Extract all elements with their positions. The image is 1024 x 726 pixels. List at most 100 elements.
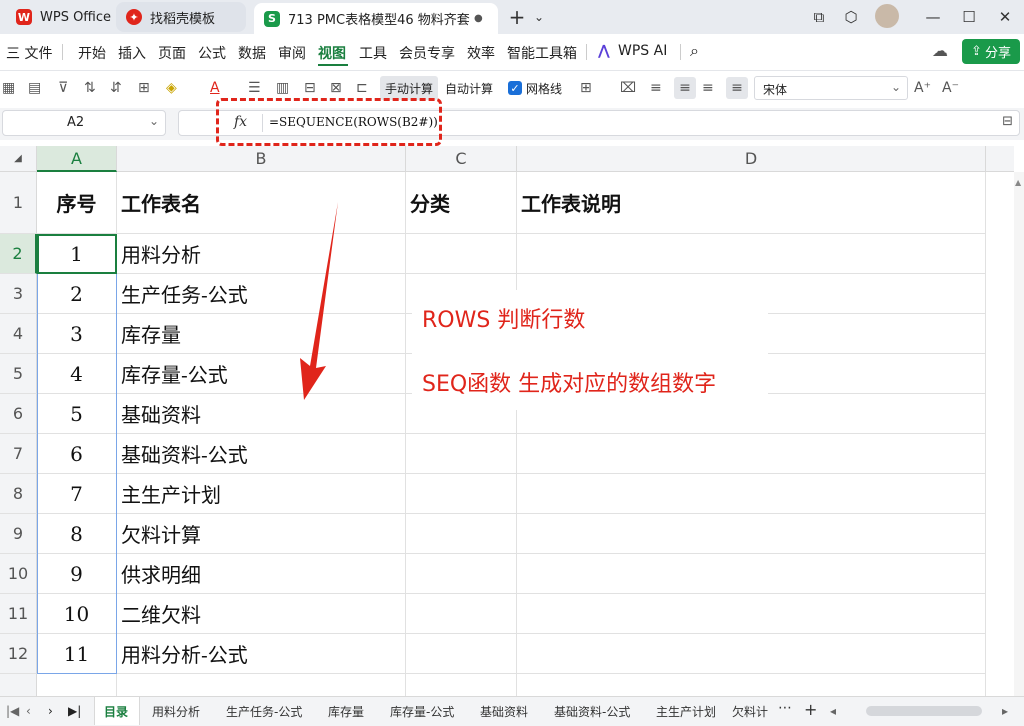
menu-efficiency[interactable]: 效率 xyxy=(467,43,495,63)
maximize-icon[interactable]: ☐ xyxy=(958,6,980,28)
cloud-upload-icon[interactable]: ☁ xyxy=(932,41,948,60)
sheet-tab[interactable]: 基础资料 xyxy=(480,703,528,720)
menu-review[interactable]: 审阅 xyxy=(278,43,306,63)
sheet-tab[interactable]: 主生产计划 xyxy=(656,703,716,720)
cell-description[interactable] xyxy=(517,234,986,274)
cell-seq-number[interactable]: 10 xyxy=(37,594,117,634)
cell-sheet-name[interactable]: 库存量-公式 xyxy=(117,354,406,394)
row-header[interactable] xyxy=(0,674,37,696)
cell-sheet-name[interactable]: 库存量 xyxy=(117,314,406,354)
freeze-pane-icon[interactable]: ▦ xyxy=(2,77,15,99)
cell-sheet-name[interactable]: 二维欠料 xyxy=(117,594,406,634)
fill-color-icon[interactable]: ◈ xyxy=(166,77,177,99)
search-icon[interactable]: ⌕ xyxy=(690,41,699,61)
menu-home[interactable]: 开始 xyxy=(78,43,106,63)
cell-category[interactable] xyxy=(406,514,517,554)
increase-font-icon[interactable]: A⁺ xyxy=(914,77,931,99)
cell-seq-number[interactable]: 2 xyxy=(37,274,117,314)
column-header-a[interactable]: A xyxy=(37,146,117,172)
cell-description[interactable] xyxy=(517,594,986,634)
column-header-d[interactable]: D xyxy=(517,146,986,172)
font-color-icon[interactable]: A xyxy=(210,77,220,99)
hscroll-right-icon[interactable]: ▸ xyxy=(1002,704,1008,718)
column-header-c[interactable]: C xyxy=(406,146,517,172)
row-header[interactable]: 5 xyxy=(0,354,37,394)
cell-empty[interactable] xyxy=(406,674,517,696)
spreadsheet-grid[interactable]: ◢ A B C D 1 2 3 4 5 6 7 8 9 10 11 12 序号 … xyxy=(0,146,1014,696)
last-sheet-icon[interactable]: ▶| xyxy=(68,704,81,718)
row-header[interactable]: 3 xyxy=(0,274,37,314)
recalc-icon[interactable]: ⊏ xyxy=(356,77,368,99)
align-center-icon[interactable]: ≡ xyxy=(674,77,696,99)
menu-data[interactable]: 数据 xyxy=(238,43,266,63)
cell-seq-number[interactable]: 8 xyxy=(37,514,117,554)
scroll-up-icon[interactable]: ▲ xyxy=(1015,178,1021,187)
row-header[interactable]: 4 xyxy=(0,314,37,354)
sheet-tab[interactable]: 库存量 xyxy=(328,703,364,720)
restore-window-icon[interactable]: ⧉ xyxy=(808,6,830,28)
wrap-icon[interactable]: ☰ xyxy=(248,77,261,99)
select-all-corner[interactable]: ◢ xyxy=(0,146,37,172)
cell-category[interactable] xyxy=(406,434,517,474)
cell-category[interactable] xyxy=(406,554,517,594)
cell-sheet-name[interactable]: 用料分析-公式 xyxy=(117,634,406,674)
sheet-tab[interactable]: 库存量-公式 xyxy=(390,703,454,720)
first-sheet-icon[interactable]: |◀ xyxy=(6,704,19,718)
cell-sheet-name[interactable]: 生产任务-公式 xyxy=(117,274,406,314)
cell-sheet-name[interactable]: 主生产计划 xyxy=(117,474,406,514)
sheet-tab[interactable]: 生产任务-公式 xyxy=(226,703,302,720)
font-family-select[interactable]: 宋体 ⌄ xyxy=(754,76,908,100)
menu-member[interactable]: 会员专享 xyxy=(399,43,455,63)
row-header[interactable]: 8 xyxy=(0,474,37,514)
cube-icon[interactable]: ⬡ xyxy=(840,6,862,28)
cell-seq-number[interactable]: 4 xyxy=(37,354,117,394)
row-header[interactable]: 6 xyxy=(0,394,37,434)
cell-c1[interactable]: 分类 xyxy=(406,172,517,234)
cell-empty[interactable] xyxy=(37,674,117,696)
more-sheets-icon[interactable]: ⋯ xyxy=(778,700,792,716)
sheet-tab[interactable]: 基础资料-公式 xyxy=(554,703,630,720)
cell-sheet-name[interactable]: 用料分析 xyxy=(117,234,406,274)
border-icon[interactable]: ⊞ xyxy=(580,77,592,99)
clear-format-icon[interactable]: ⌧ xyxy=(620,77,636,99)
cell-sheet-name[interactable]: 欠料计算 xyxy=(117,514,406,554)
cell-b1[interactable]: 工作表名 xyxy=(117,172,406,234)
tab-list-chevron-icon[interactable]: ⌄ xyxy=(528,6,550,28)
row-header[interactable]: 7 xyxy=(0,434,37,474)
row-header[interactable]: 10 xyxy=(0,554,37,594)
cell-seq-number[interactable]: 5 xyxy=(37,394,117,434)
insert-icon[interactable]: ⊟ xyxy=(304,77,316,99)
cell-description[interactable] xyxy=(517,634,986,674)
menu-insert[interactable]: 插入 xyxy=(118,43,146,63)
decrease-font-icon[interactable]: A⁻ xyxy=(942,77,959,99)
cell-category[interactable] xyxy=(406,594,517,634)
unsaved-dot-icon[interactable]: ● xyxy=(474,13,483,24)
menu-page[interactable]: 页面 xyxy=(158,43,186,63)
cell-category[interactable] xyxy=(406,634,517,674)
tab-active-document[interactable]: S 713 PMC表格模型46 物料齐套欠 ● xyxy=(254,3,498,34)
cell-description[interactable] xyxy=(517,514,986,554)
cell-sheet-name[interactable]: 基础资料 xyxy=(117,394,406,434)
new-tab-button[interactable]: + xyxy=(506,5,528,29)
expand-formula-icon[interactable]: ⊟ xyxy=(1002,114,1013,129)
cell-seq-number[interactable]: 11 xyxy=(37,634,117,674)
cell-empty[interactable] xyxy=(117,674,406,696)
cell-description[interactable] xyxy=(517,434,986,474)
row-header[interactable]: 9 xyxy=(0,514,37,554)
file-menu[interactable]: 三 文件 xyxy=(6,43,52,63)
align-justify-icon[interactable]: ≡ xyxy=(726,77,748,99)
tab-wps-office[interactable]: W WPS Office xyxy=(6,2,121,32)
filter-icon[interactable]: ⊽ xyxy=(58,77,68,99)
sheet-tab[interactable]: 欠料计 xyxy=(732,703,768,720)
cell-seq-number[interactable]: 6 xyxy=(37,434,117,474)
align-left-icon[interactable]: ≡ xyxy=(650,77,662,99)
manual-calc-button[interactable]: 手动计算 xyxy=(380,76,438,100)
cell-seq-number[interactable]: 7 xyxy=(37,474,117,514)
cell-sheet-name[interactable]: 基础资料-公式 xyxy=(117,434,406,474)
share-button[interactable]: ⇪ 分享 xyxy=(962,39,1020,64)
name-box[interactable]: A2 ⌄ xyxy=(2,110,166,136)
split-pane-icon[interactable]: ▤ xyxy=(28,77,41,99)
sheet-tab[interactable]: 用料分析 xyxy=(152,703,200,720)
column-icon[interactable]: ▥ xyxy=(276,77,289,99)
close-icon[interactable]: ✕ xyxy=(994,6,1016,28)
